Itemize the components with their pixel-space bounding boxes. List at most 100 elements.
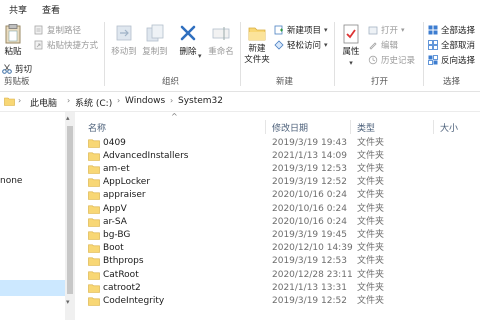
file-modified-date: 2021/1/13 14:09 xyxy=(272,150,347,161)
properties-button[interactable]: 属性 ▾ xyxy=(337,24,365,69)
file-modified-date: 2019/3/19 19:45 xyxy=(272,229,347,240)
column-header-type[interactable]: 类型 xyxy=(357,121,375,134)
folder-icon xyxy=(88,218,100,227)
nav-scrollbar[interactable]: ▴ ▾ xyxy=(65,112,75,320)
file-modified-date: 2019/3/19 12:53 xyxy=(272,256,347,267)
file-name: appraiser xyxy=(103,190,146,201)
file-name: catroot2 xyxy=(103,282,141,293)
paste-shortcut-button[interactable]: 粘贴快捷方式 xyxy=(34,38,98,51)
file-type: 文件夹 xyxy=(357,163,385,174)
column-header-name[interactable]: 名称 xyxy=(88,121,106,134)
column-header-date[interactable]: 修改日期 xyxy=(272,121,308,134)
easy-access-button[interactable]: 轻松访问 ▾ xyxy=(274,38,328,51)
breadcrumb-system32[interactable]: System32 xyxy=(178,96,223,106)
breadcrumb-separator-icon[interactable]: › xyxy=(170,96,173,105)
file-type: 文件夹 xyxy=(357,150,385,161)
table-row[interactable]: AppLocker 2019/3/19 12:52 文件夹 xyxy=(75,176,480,190)
column-header-size[interactable]: 大小 xyxy=(440,121,458,134)
new-item-label: 新建项目 xyxy=(287,25,322,36)
column-divider[interactable] xyxy=(433,120,434,134)
history-label: 历史记录 xyxy=(381,55,416,66)
delete-label: 删除 xyxy=(179,47,197,57)
open-button[interactable]: 打开 ▾ xyxy=(368,23,405,36)
table-row[interactable]: CatRoot 2020/12/28 23:11 文件夹 xyxy=(75,269,480,283)
select-all-button[interactable]: 全部选择 xyxy=(428,23,475,36)
folder-icon xyxy=(88,178,100,187)
delete-button[interactable]: 删除 xyxy=(177,24,199,58)
copy-to-label: 复制到 xyxy=(142,47,168,57)
table-row[interactable]: Boot 2020/12/10 14:39 文件夹 xyxy=(75,242,480,256)
breadcrumb-windows[interactable]: Windows xyxy=(125,96,165,106)
move-to-icon xyxy=(116,25,132,41)
column-divider[interactable] xyxy=(350,120,351,134)
breadcrumb-this-pc[interactable]: 此电脑 xyxy=(30,96,57,109)
file-modified-date: 2019/3/19 19:43 xyxy=(272,137,347,148)
tab-view[interactable]: 查看 xyxy=(42,3,60,16)
rename-label: 重命名 xyxy=(208,47,234,57)
cut-button[interactable]: 剪切 xyxy=(2,62,32,75)
history-button[interactable]: 历史记录 xyxy=(368,53,415,66)
invert-selection-label: 反向选择 xyxy=(441,55,476,66)
scroll-down-icon[interactable]: ▾ xyxy=(66,298,70,306)
file-name: bg-BG xyxy=(103,229,131,240)
table-row[interactable]: appraiser 2020/10/16 0:24 文件夹 xyxy=(75,189,480,203)
table-row[interactable]: am-et 2019/3/19 12:53 文件夹 xyxy=(75,163,480,177)
select-none-button[interactable]: 全部取消 xyxy=(428,38,475,51)
select-group-label: 选择 xyxy=(443,77,461,87)
file-type: 文件夹 xyxy=(357,216,385,227)
rename-button[interactable]: 重命名 xyxy=(204,24,238,58)
file-modified-date: 2021/1/13 13:31 xyxy=(272,282,347,293)
move-to-button[interactable]: 移动到 xyxy=(108,24,140,58)
delete-x-icon xyxy=(180,25,196,41)
table-row[interactable]: bg-BG 2019/3/19 19:45 文件夹 xyxy=(75,229,480,243)
edit-button[interactable]: 编辑 xyxy=(368,38,398,51)
file-name: Boot xyxy=(103,243,124,254)
table-row[interactable]: catroot2 2021/1/13 13:31 文件夹 xyxy=(75,282,480,296)
address-bar[interactable]: › 此电脑 › 系统 (C:) › Windows › System32 xyxy=(0,92,480,112)
scroll-up-icon[interactable]: ▴ xyxy=(66,114,70,122)
table-row[interactable]: AppV 2020/10/16 0:24 文件夹 xyxy=(75,203,480,217)
invert-selection-button[interactable]: 反向选择 xyxy=(428,53,475,66)
file-name: Bthprops xyxy=(103,256,144,267)
organize-group-label: 组织 xyxy=(162,77,180,87)
file-name: ar-SA xyxy=(103,216,127,227)
ribbon-divider xyxy=(334,22,335,86)
copy-to-button[interactable]: 复制到 xyxy=(140,24,170,58)
sort-ascending-icon: ^ xyxy=(171,112,178,121)
new-item-button[interactable]: 新建项目 ▾ xyxy=(274,23,328,36)
breadcrumb-separator-icon[interactable]: › xyxy=(67,96,70,105)
folder-icon xyxy=(88,139,100,148)
edit-icon xyxy=(369,41,377,50)
open-label: 打开 xyxy=(381,25,399,36)
paste-button[interactable]: 粘贴 xyxy=(2,24,24,58)
file-modified-date: 2019/3/19 12:52 xyxy=(272,295,347,306)
tab-share[interactable]: 共享 xyxy=(9,3,27,16)
copy-path-button[interactable]: 复制路径 xyxy=(34,23,81,36)
file-name: CatRoot xyxy=(103,269,139,280)
navigation-pane: none ▴ ▾ xyxy=(0,112,75,320)
file-type: 文件夹 xyxy=(357,282,385,293)
select-all-label: 全部选择 xyxy=(441,25,476,36)
rename-icon xyxy=(212,27,230,40)
file-list: ^ 名称 修改日期 类型 大小 0409 2019/3/19 19:43 文件夹 Ad… xyxy=(75,112,480,320)
folder-icon xyxy=(88,231,100,240)
nav-item-partial[interactable]: none xyxy=(0,176,22,186)
new-folder-label: 新建 文件夹 xyxy=(244,44,270,65)
nav-selected-item[interactable] xyxy=(0,280,65,296)
file-type: 文件夹 xyxy=(357,137,385,148)
table-row[interactable]: CodeIntegrity 2019/3/19 12:52 文件夹 xyxy=(75,295,480,309)
table-row[interactable]: AdvancedInstallers 2021/1/13 14:09 文件夹 xyxy=(75,150,480,164)
table-row[interactable]: 0409 2019/3/19 19:43 文件夹 xyxy=(75,137,480,151)
nav-scroll-thumb[interactable] xyxy=(67,126,73,294)
file-type: 文件夹 xyxy=(357,295,385,306)
breadcrumb-separator-icon[interactable]: › xyxy=(117,96,120,105)
column-divider[interactable] xyxy=(265,120,266,134)
breadcrumb-c-drive[interactable]: 系统 (C:) xyxy=(75,96,112,109)
table-row[interactable]: ar-SA 2020/10/16 0:24 文件夹 xyxy=(75,216,480,230)
file-modified-date: 2020/10/16 0:24 xyxy=(272,203,347,214)
new-folder-button[interactable]: 新建 文件夹 xyxy=(242,24,272,66)
breadcrumb-separator-icon[interactable]: › xyxy=(18,96,21,105)
delete-dropdown-icon[interactable]: ▾ xyxy=(198,52,202,60)
copy-path-icon xyxy=(34,25,43,34)
table-row[interactable]: Bthprops 2019/3/19 12:53 文件夹 xyxy=(75,255,480,269)
